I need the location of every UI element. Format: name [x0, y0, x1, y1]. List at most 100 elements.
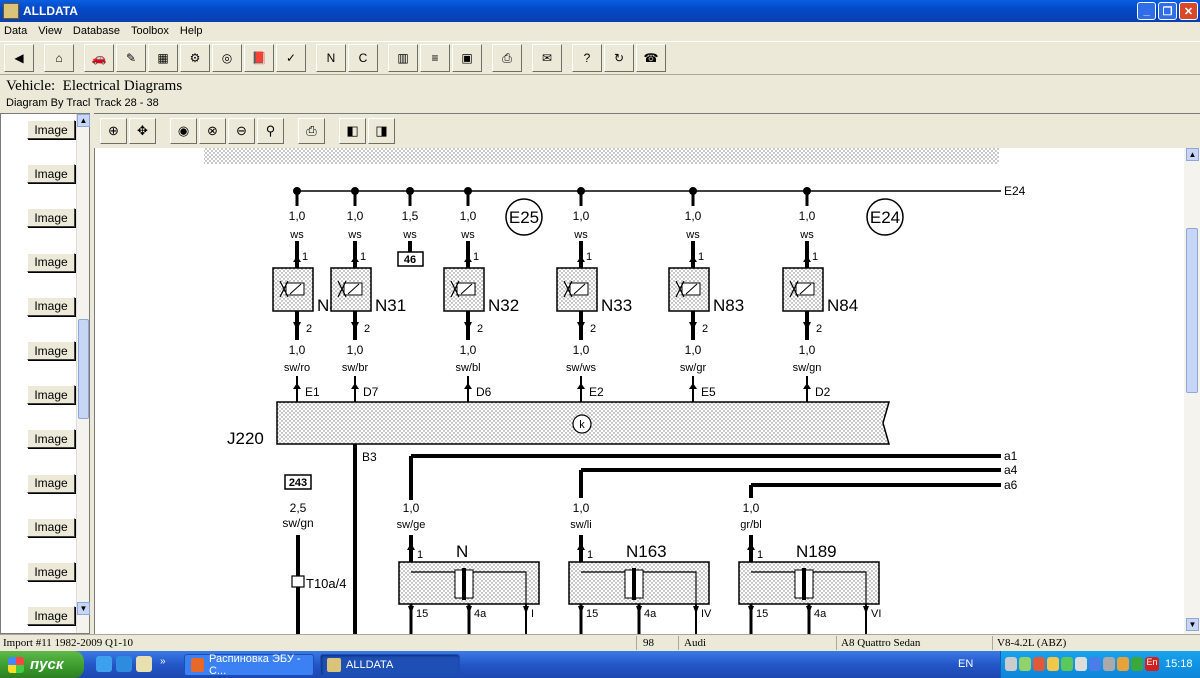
fax-button[interactable]: ☎ [636, 44, 666, 72]
zoom-fit-button[interactable]: ⊗ [199, 117, 226, 144]
browse-button[interactable]: ✎ [116, 44, 146, 72]
task-firefox[interactable]: Распиновка ЭБУ - С... [184, 653, 314, 677]
restore-button[interactable]: ❐ [1158, 2, 1177, 20]
next-image-button[interactable]: ◨ [368, 117, 395, 144]
tray-bluetooth-icon[interactable] [1089, 657, 1101, 671]
left-scroll-thumb[interactable] [78, 319, 89, 419]
language-indicator[interactable]: EN [958, 658, 973, 670]
tray-update-icon[interactable] [1061, 657, 1073, 671]
valve-pin2: 2 [477, 323, 483, 335]
zoom-out-button[interactable]: ⊖ [228, 117, 255, 144]
image-list-pane: Image Image Image Image Image Image Image Image… [0, 113, 90, 634]
tray-keyboard-layout-icon[interactable]: En [1145, 657, 1159, 671]
book-button[interactable]: 📕 [244, 44, 274, 72]
ecu-pin-label: D7 [363, 385, 379, 399]
left-scrollbar[interactable]: ▲ ▼ [76, 114, 90, 633]
image-button-3[interactable]: Image [27, 208, 75, 228]
start-button[interactable]: пуск [0, 651, 84, 678]
diagram-scroll-up-icon[interactable]: ▲ [1186, 148, 1199, 161]
tray-warning-icon[interactable] [1047, 657, 1059, 671]
scroll-up-icon[interactable]: ▲ [77, 114, 90, 127]
image-button-10[interactable]: Image [27, 517, 75, 537]
valve-pin2: 2 [816, 323, 822, 335]
prev-image-button[interactable]: ◧ [339, 117, 366, 144]
help-button[interactable]: ? [572, 44, 602, 72]
ignition-coil-n163: 1,0 sw/li 1 N163 15 4a IV [568, 501, 712, 634]
coil-output-pin: 15 [756, 608, 768, 620]
image-button-6[interactable]: Image [27, 341, 75, 360]
image-button-4[interactable]: Image [27, 252, 75, 272]
quicklaunch-more-icon[interactable]: » [160, 656, 176, 672]
clock[interactable]: 15:18 [1165, 658, 1193, 670]
coil-output-pin: 15 [586, 608, 598, 620]
menu-toolbox[interactable]: Toolbox [131, 25, 169, 37]
note-button[interactable]: ✉ [532, 44, 562, 72]
image-button-11[interactable]: Image [27, 562, 75, 581]
quicklaunch-browser-icon[interactable] [116, 656, 132, 672]
tray-volume-icon[interactable] [1075, 657, 1087, 671]
tray-app-icon[interactable] [1117, 657, 1129, 671]
menu-help[interactable]: Help [180, 25, 203, 37]
bottom-wire-gauge: 1,0 [460, 343, 477, 357]
codes-button[interactable]: ▦ [148, 44, 178, 72]
image-view-button[interactable]: ▣ [452, 44, 482, 72]
vehicle-button[interactable]: 🚗 [84, 44, 114, 72]
image-button-7[interactable]: Image [27, 385, 75, 405]
image-button-8[interactable]: Image [27, 429, 75, 449]
top-wire-color: ws [573, 229, 588, 241]
valve-pin1: 1 [812, 251, 818, 263]
pan-button[interactable]: ✥ [129, 117, 156, 144]
ecu-pin-label: E1 [305, 385, 320, 399]
diagram-scroll-down-icon[interactable]: ▼ [1186, 618, 1199, 631]
menu-view[interactable]: View [38, 25, 62, 37]
upstream-component-strip [204, 148, 999, 164]
menu-bar: Data View Database Toolbox Help [0, 22, 1200, 40]
image-button-9[interactable]: Image [27, 473, 75, 493]
menu-database[interactable]: Database [73, 25, 120, 37]
vehicle-icon: 🚗 [91, 51, 107, 65]
car-alt-button[interactable]: C [348, 44, 378, 72]
task-alldata[interactable]: ALLDATA [320, 654, 460, 676]
zoom-in-button[interactable]: ⊕ [100, 117, 127, 144]
diagram-scroll-thumb[interactable] [1186, 228, 1198, 393]
image-button-1[interactable]: Image [27, 120, 75, 139]
refresh-button[interactable]: ↻ [604, 44, 634, 72]
menu-data[interactable]: Data [4, 25, 27, 37]
tray-power-icon[interactable] [1103, 657, 1115, 671]
image-button-2[interactable]: Image [27, 164, 75, 184]
home-button[interactable]: ⌂ [44, 44, 74, 72]
bottom-wire-color: sw/gr [680, 362, 707, 374]
tools-button[interactable]: ⚙ [180, 44, 210, 72]
ecu-pin-label: E5 [701, 385, 716, 399]
tray-network-icon[interactable] [1005, 657, 1017, 671]
image-button-5[interactable]: Image [27, 296, 75, 316]
tray-antivirus-icon[interactable] [1033, 657, 1045, 671]
browse-icon: ✎ [125, 51, 137, 65]
back-button[interactable]: ◀ [4, 44, 34, 72]
tech-button[interactable]: ✓ [276, 44, 306, 72]
quicklaunch-desktop-icon[interactable] [136, 656, 152, 672]
close-button[interactable]: ✕ [1179, 2, 1198, 20]
bottom-wire-color: sw/ro [284, 362, 310, 374]
print-button[interactable]: ⎙ [298, 117, 325, 144]
top-wire-gauge: 1,0 [289, 209, 306, 223]
scroll-down-icon[interactable]: ▼ [77, 602, 90, 615]
coil-output-pin: IV [701, 608, 712, 620]
zoom-window-button[interactable]: ⚲ [257, 117, 284, 144]
zoom-100-button[interactable]: ◉ [170, 117, 197, 144]
ondemand-button[interactable]: ◎ [212, 44, 242, 72]
tray-device-icon[interactable] [1019, 657, 1031, 671]
new-car-button[interactable]: N [316, 44, 346, 72]
new-car-icon: N [326, 51, 336, 65]
tray-status-icon[interactable] [1131, 657, 1143, 671]
minimize-button[interactable]: _ [1137, 2, 1156, 20]
print-button[interactable]: ⎙ [492, 44, 522, 72]
quicklaunch-ie-icon[interactable] [96, 656, 112, 672]
image-button-12[interactable]: Image [27, 606, 75, 626]
text-view-button[interactable]: ≡ [420, 44, 450, 72]
help-icon: ? [583, 51, 591, 65]
diagram-scrollbar[interactable]: ▲ ▼ [1184, 148, 1200, 634]
split-view-button[interactable]: ▥ [388, 44, 418, 72]
diagram-canvas[interactable]: E24 E25 E24 1,0 ws 1,0 ws 1,5 ws 1,0 ws 1,0 ws 1,0… [94, 148, 1184, 634]
ecu-pin-label: E2 [589, 385, 604, 399]
